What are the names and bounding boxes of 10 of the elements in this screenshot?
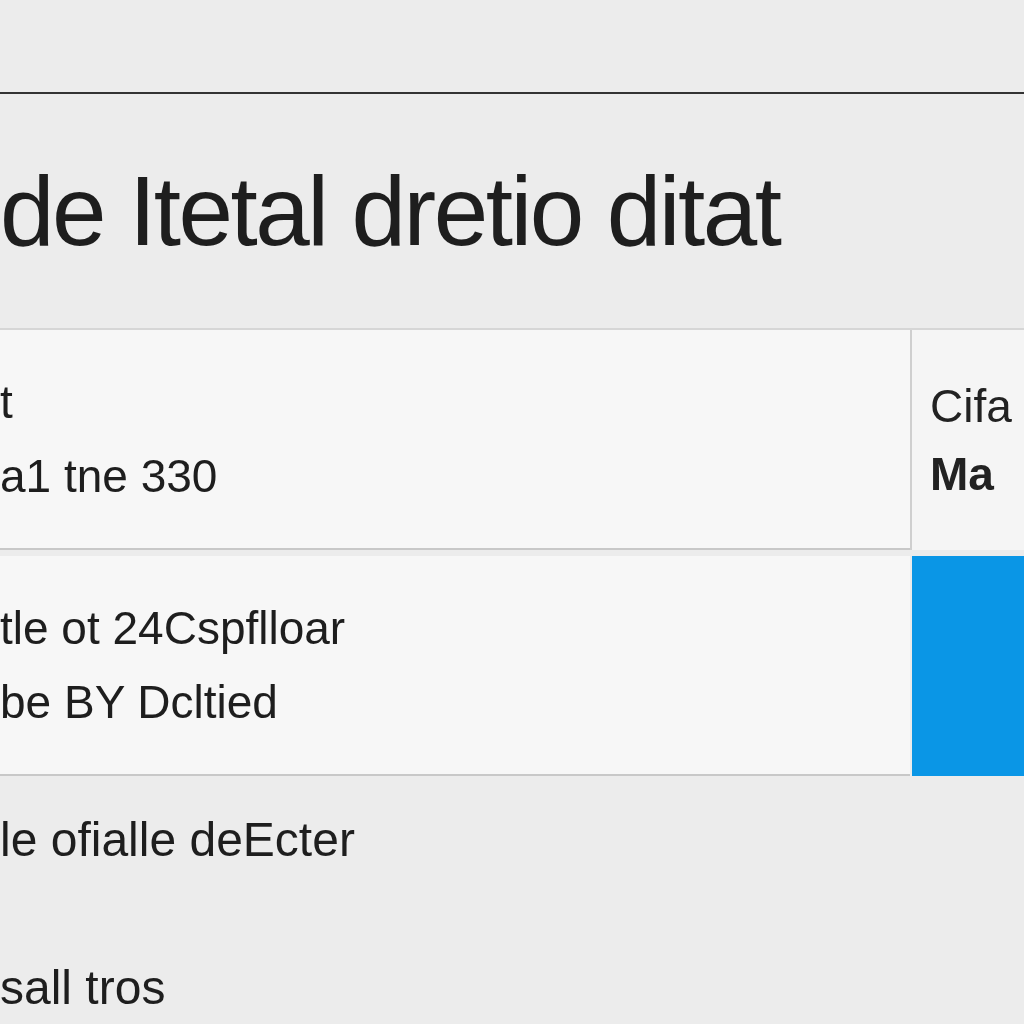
card-text: t bbox=[0, 379, 14, 425]
card-text: a1 tne 330 bbox=[0, 453, 219, 499]
section-text: le ofialle deEcter bbox=[0, 816, 356, 864]
page-title: de Itetal dretio ditat bbox=[0, 162, 780, 260]
card-text: be BY Dcltied bbox=[0, 679, 279, 725]
section-text: sall tros bbox=[0, 964, 167, 1012]
list-card[interactable]: tle ot 24Cspflloar be BY Dcltied bbox=[0, 556, 910, 776]
side-label: Cifa bbox=[930, 383, 1013, 429]
side-label: Ma bbox=[930, 451, 995, 497]
list-card[interactable]: t a1 tne 330 bbox=[0, 330, 910, 550]
